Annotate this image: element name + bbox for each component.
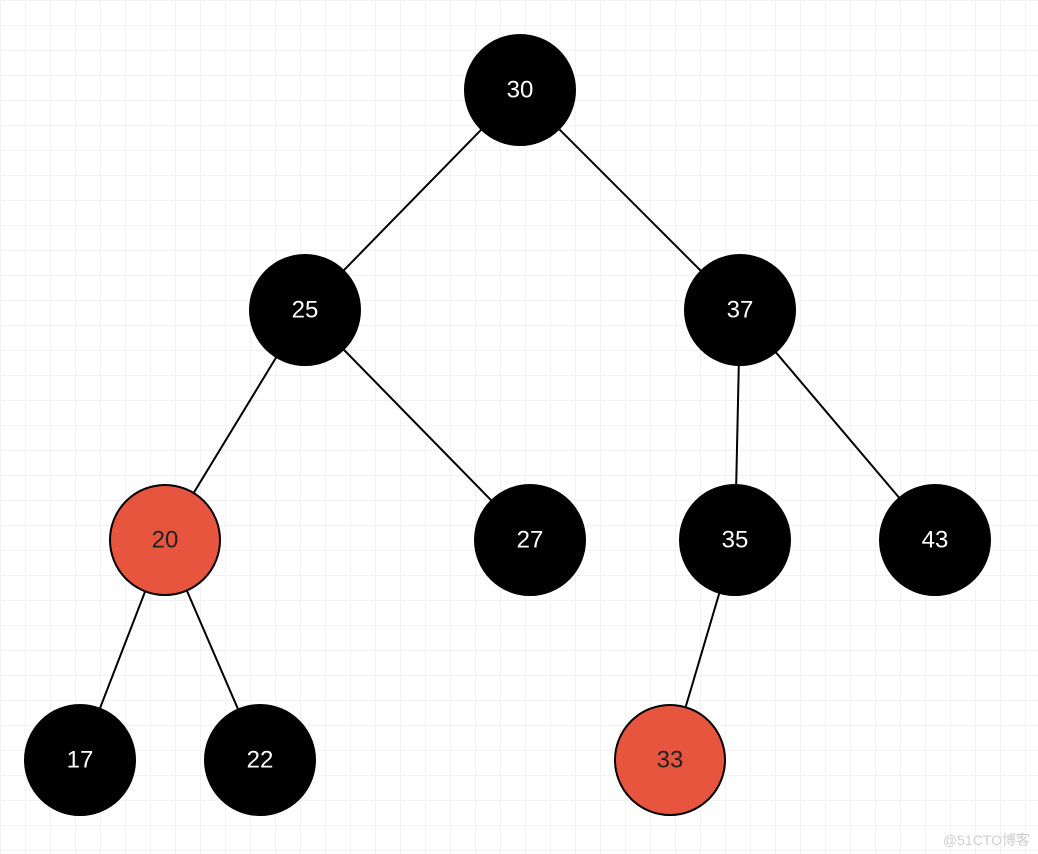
node-label: 35	[722, 527, 749, 554]
node-label: 27	[517, 527, 544, 554]
watermark: @51CTO博客	[943, 830, 1030, 850]
edges-layer	[80, 90, 935, 760]
red-black-tree-diagram: 30 25 37 20 27 35 43 17 22 33	[0, 0, 1038, 854]
node-label: 22	[247, 747, 274, 774]
node-label: 43	[922, 527, 949, 554]
tree-node-37: 37	[685, 255, 795, 365]
node-label: 37	[727, 297, 754, 324]
tree-node-20: 20	[110, 485, 220, 595]
node-label: 25	[292, 297, 319, 324]
node-label: 20	[152, 527, 179, 554]
tree-node-43: 43	[880, 485, 990, 595]
node-label: 30	[507, 77, 534, 104]
tree-node-33: 33	[615, 705, 725, 815]
tree-node-22: 22	[205, 705, 315, 815]
tree-node-17: 17	[25, 705, 135, 815]
nodes-layer: 30 25 37 20 27 35 43 17 22 33	[25, 35, 990, 815]
node-label: 33	[657, 747, 684, 774]
node-label: 17	[67, 747, 94, 774]
tree-node-30: 30	[465, 35, 575, 145]
tree-node-27: 27	[475, 485, 585, 595]
tree-node-35: 35	[680, 485, 790, 595]
tree-node-25: 25	[250, 255, 360, 365]
